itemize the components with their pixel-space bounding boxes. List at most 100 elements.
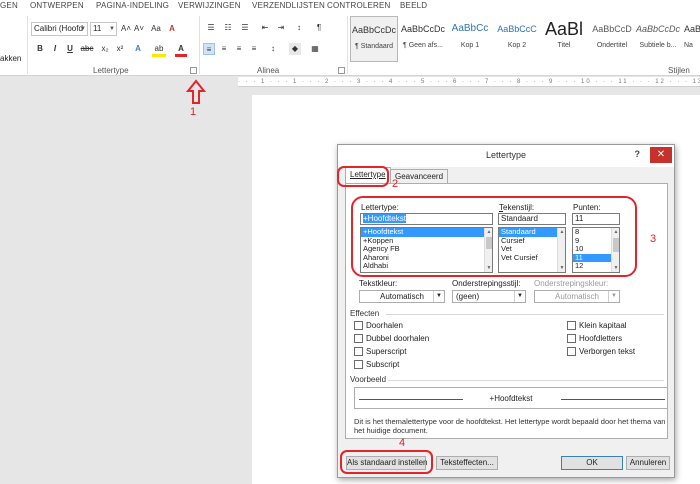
ribbon-separator (199, 16, 200, 74)
numbering-icon[interactable]: ☷ (222, 22, 234, 34)
style-standaard[interactable]: AaBbCcDc ¶ Standaard (350, 16, 398, 62)
align-buttons-row: ≡ ≡ ≡ ≡ ↕ ◆ ▦ (203, 43, 343, 57)
preview-box: +Hoofdtekst (354, 387, 668, 409)
shading-icon[interactable]: ◆ (289, 43, 301, 55)
chevron-down-icon: ▼ (433, 291, 444, 302)
style-name: Subtiele b... (639, 42, 677, 49)
strikethrough-label: Doorhalen (366, 321, 403, 330)
superscript-label: Superscript (366, 347, 407, 356)
line-spacing-icon[interactable]: ↕ (267, 43, 279, 55)
superscript-checkbox[interactable] (354, 347, 363, 356)
chevron-down-icon: ▼ (80, 26, 86, 32)
tab-start[interactable]: GEN (0, 1, 18, 10)
increase-indent-icon[interactable]: ⇥ (275, 22, 287, 34)
vertical-ruler (238, 88, 250, 484)
tab-beeld[interactable]: BEELD (400, 1, 427, 10)
dialog-titlebar: Lettertype ? ✕ (338, 145, 674, 167)
style-name: ¶ Geen afs... (403, 42, 443, 49)
font-name-value: Calibri (Hoofd (34, 24, 83, 33)
decrease-indent-icon[interactable]: ⇤ (259, 22, 271, 34)
divider (386, 314, 664, 315)
change-case-icon[interactable]: Aa (149, 23, 163, 35)
font-name-combo[interactable]: Calibri (Hoofd ▼ (31, 22, 88, 36)
tab-verwijzingen[interactable]: VERWIJZINGEN (178, 1, 241, 10)
bold-button[interactable]: B (34, 43, 46, 55)
paragraph-dialog-launcher-icon[interactable] (338, 67, 345, 74)
strikethrough-button[interactable]: abc (79, 43, 95, 55)
font-size-value: 11 (93, 24, 102, 33)
tab-label: Geavanceerd (395, 172, 444, 181)
preview-heading: Voorbeeld (350, 375, 387, 384)
double-strikethrough-label: Dubbel doorhalen (366, 334, 430, 343)
tab-ontwerpen[interactable]: ONTWERPEN (30, 1, 84, 10)
style-name: Titel (557, 42, 571, 49)
align-center-icon[interactable]: ≡ (218, 43, 230, 55)
tab-controleren[interactable]: CONTROLEREN (327, 1, 391, 10)
sort-icon[interactable]: ↕ (293, 22, 305, 34)
subscript-button[interactable]: x₂ (99, 43, 111, 55)
style-subtiele-benadrukking[interactable]: AaBbCcDc Subtiele b... (634, 16, 682, 62)
style-preview: AaBbCcDc (635, 24, 680, 34)
style-nadruk[interactable]: AaB Na (684, 16, 700, 62)
all-caps-checkbox[interactable] (567, 334, 576, 343)
ok-button[interactable]: OK (561, 456, 623, 470)
tab-pagina-indeling[interactable]: PAGINA-INDELING (96, 1, 169, 10)
style-preview: AaBbCcDc (351, 25, 396, 35)
underline-color-label: Onderstrepingskleur: (534, 279, 609, 288)
style-preview: AaB (684, 24, 700, 34)
italic-button[interactable]: I (49, 43, 61, 55)
text-effects-button[interactable]: Teksteffecten... (436, 456, 498, 470)
preview-description: Dit is het themalettertype voor de hoofd… (354, 417, 666, 435)
style-preview: AaBbCcDc (400, 24, 445, 34)
align-left-icon[interactable]: ≡ (203, 43, 215, 55)
ribbon: akken Calibri (Hoofd ▼ 11 ▼ A˄ A˅ Aa A B… (0, 12, 700, 76)
multilevel-list-icon[interactable]: ☰ (239, 22, 251, 34)
subscript-label: Subscript (366, 360, 400, 369)
style-preview: AaBbCcD (592, 24, 632, 34)
font-dialog-launcher-icon[interactable] (190, 67, 197, 74)
style-kop-1[interactable]: AaBbCc Kop 1 (446, 16, 494, 62)
style-ondertitel[interactable]: AaBbCcD Ondertitel (588, 16, 636, 62)
style-geen-afstand[interactable]: AaBbCcDc ¶ Geen afs... (399, 16, 447, 62)
annotation-ring-default-button (340, 450, 433, 474)
annotation-arrow-up-icon (186, 79, 206, 104)
help-icon[interactable]: ? (635, 149, 641, 159)
grow-font-icon[interactable]: A˄ (120, 23, 132, 35)
horizontal-ruler[interactable]: · · · 1 · · · 1 · · · 2 · · · 3 · · · 4 … (238, 77, 700, 87)
strikethrough-checkbox[interactable] (354, 321, 363, 330)
borders-icon[interactable]: ▦ (309, 43, 321, 55)
style-titel[interactable]: AaBl Titel (540, 16, 588, 62)
dialog-title: Lettertype (485, 150, 527, 160)
underline-color-select[interactable]: Automatisch ▼ (534, 290, 620, 303)
bullets-icon[interactable]: ☰ (205, 22, 217, 34)
text-color-select[interactable]: Automatisch ▼ (359, 290, 445, 303)
shrink-font-icon[interactable]: A˅ (133, 23, 145, 35)
hidden-text-label: Verborgen tekst (579, 347, 636, 356)
underline-style-label: Onderstrepingsstijl: (452, 279, 521, 288)
clipboard-paste-label[interactable]: akken (0, 54, 21, 63)
text-effects-icon[interactable]: A (132, 43, 144, 55)
style-kop-2[interactable]: AaBbCcC Kop 2 (493, 16, 541, 62)
align-right-icon[interactable]: ≡ (233, 43, 245, 55)
underline-style-select[interactable]: (geen) ▼ (452, 290, 526, 303)
annotation-number-2: 2 (392, 178, 399, 190)
clear-formatting-icon[interactable]: A (166, 23, 178, 35)
highlight-color-icon[interactable]: ab (152, 43, 166, 57)
small-caps-checkbox[interactable] (567, 321, 576, 330)
font-color-icon[interactable]: A (175, 43, 187, 57)
double-strikethrough-checkbox[interactable] (354, 334, 363, 343)
close-icon[interactable]: ✕ (650, 147, 672, 163)
annotation-number-3: 3 (650, 233, 657, 245)
underline-color-value: Automatisch (554, 292, 600, 301)
justify-icon[interactable]: ≡ (248, 43, 260, 55)
cancel-button[interactable]: Annuleren (626, 456, 670, 470)
hidden-text-checkbox[interactable] (567, 347, 576, 356)
font-size-combo[interactable]: 11 ▼ (90, 22, 117, 36)
underline-button[interactable]: U (64, 43, 76, 55)
show-marks-icon[interactable]: ¶ (313, 22, 325, 34)
font-dialog: Lettertype ? ✕ Lettertype Geavanceerd Le… (337, 144, 675, 478)
tab-geavanceerd[interactable]: Geavanceerd (390, 169, 449, 184)
superscript-button[interactable]: x² (114, 43, 126, 55)
subscript-checkbox[interactable] (354, 360, 363, 369)
tab-verzendlijsten[interactable]: VERZENDLIJSTEN (252, 1, 325, 10)
